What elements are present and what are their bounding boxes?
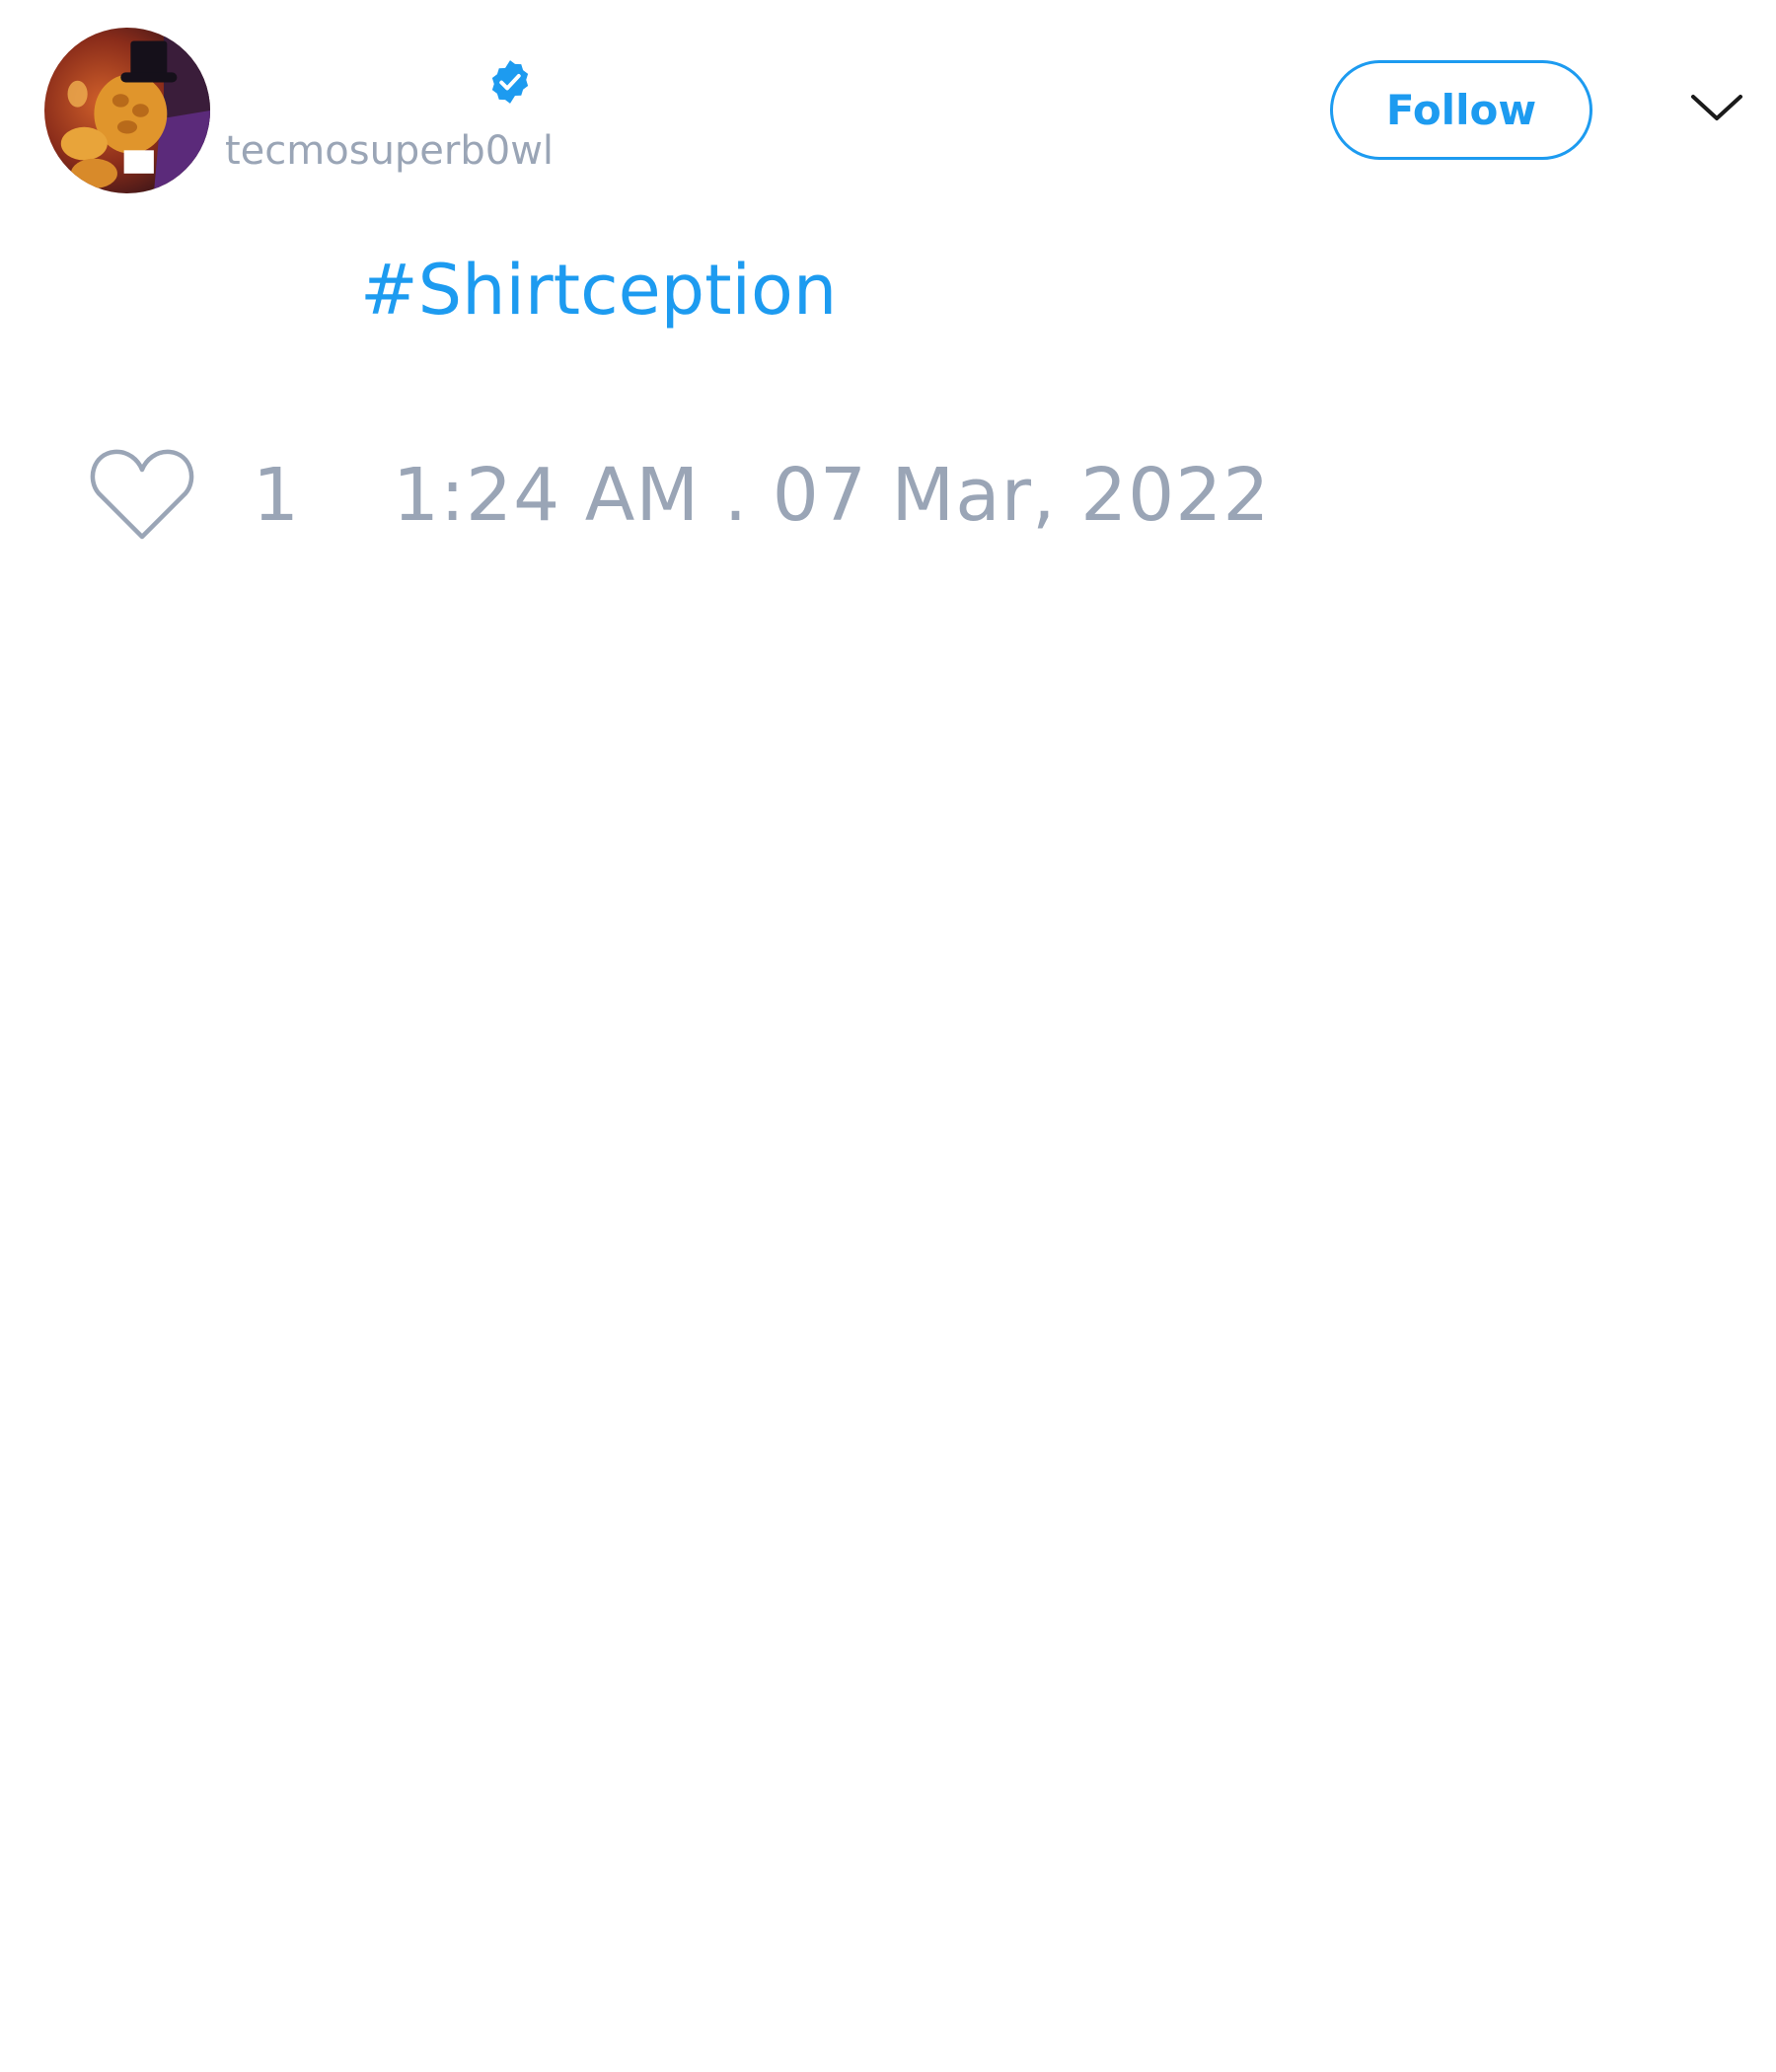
tweet-card: tecmosuperb0wl Follow #Shirtception 1 1:… <box>0 0 1776 2072</box>
user-handle[interactable]: tecmosuperb0wl <box>225 126 554 176</box>
chevron-down-icon[interactable] <box>1689 89 1744 126</box>
follow-button[interactable]: Follow <box>1330 60 1592 160</box>
verified-badge-icon <box>485 57 535 107</box>
heart-icon[interactable] <box>89 446 195 543</box>
tweet-text: #Shirtception <box>360 249 837 332</box>
like-count: 1 <box>253 453 300 538</box>
avatar[interactable] <box>44 28 210 193</box>
hashtag-link[interactable]: #Shirtception <box>360 250 837 331</box>
tweet-timestamp[interactable]: 1:24 AM . 07 Mar, 2022 <box>393 452 1270 539</box>
avatar-image <box>44 28 210 193</box>
